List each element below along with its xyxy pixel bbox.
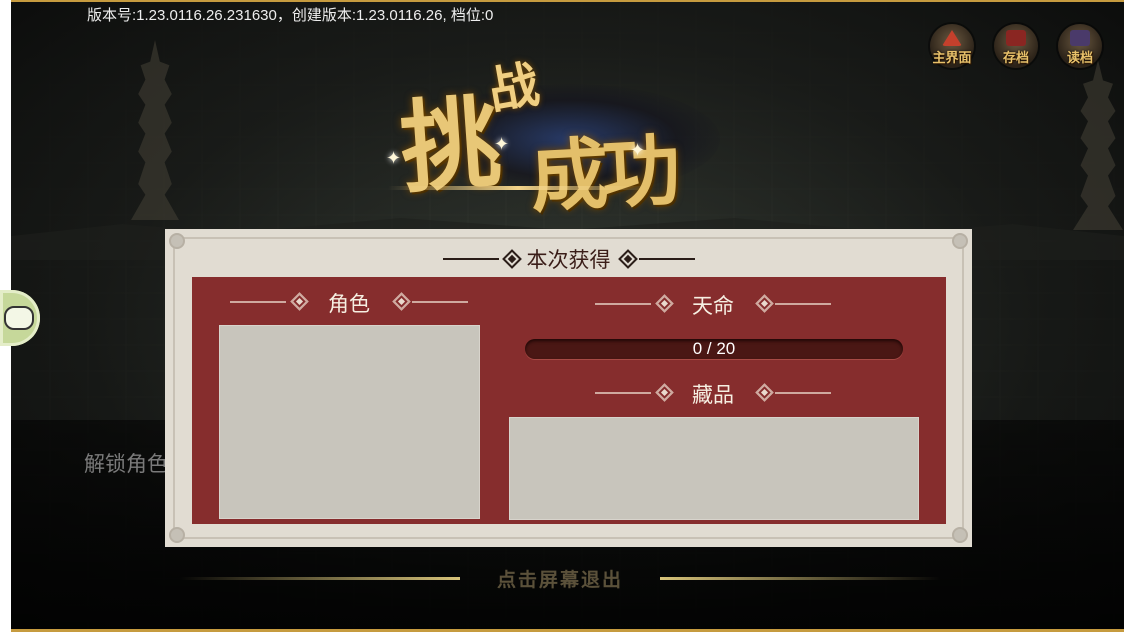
sparkle-icon: ✦ [494, 134, 510, 155]
load-label: 读档 [1066, 51, 1093, 66]
sparkle-icon: ✦ [386, 148, 402, 169]
panel-corner [169, 527, 185, 543]
divider-line [775, 303, 831, 305]
header-line-right [639, 258, 695, 260]
main-menu-button[interactable]: 主界面 [930, 24, 974, 68]
load-button[interactable]: 读档 [1058, 24, 1102, 68]
divider-line [775, 392, 831, 394]
save-icon [1006, 30, 1026, 46]
panel-title: 本次获得 [526, 248, 611, 272]
fate-section-header: 天命 [595, 290, 831, 320]
fate-progress-text: 0 / 20 [692, 339, 736, 358]
role-reward-slot [219, 325, 480, 519]
fate-progress-bar: 0 / 20 [525, 339, 903, 359]
gamepad-icon [4, 306, 34, 330]
collection-section-header: 藏品 [595, 379, 831, 409]
divider-line [412, 301, 468, 303]
exit-line-left [180, 577, 460, 580]
save-label: 存档 [1002, 51, 1029, 66]
exit-hint-text[interactable]: 点击屏幕退出 [480, 565, 640, 592]
unlock-role-text: 解锁角色 [84, 452, 168, 476]
role-section-header: 角色 [230, 288, 468, 318]
panel-header: 本次获得 [165, 244, 972, 272]
pagoda-silhouette-right [1073, 60, 1123, 230]
version-text: 版本号:1.23.0116.26.231630，创建版本:1.23.0116.2… [87, 7, 494, 24]
collection-section-title: 藏品 [692, 383, 734, 407]
pagoda-icon [942, 30, 962, 46]
collection-reward-slot [509, 417, 919, 520]
challenge-success-title: 挑 战 成功 ✦ ✦ ✦ [380, 54, 760, 224]
sparkle-icon: ✦ [630, 140, 646, 161]
panel-corner [952, 527, 968, 543]
fate-section-title: 天命 [692, 294, 734, 318]
main-menu-label: 主界面 [932, 51, 972, 66]
title-swoosh [388, 186, 648, 190]
pagoda-silhouette-left [131, 40, 179, 220]
role-section-title: 角色 [328, 292, 370, 316]
title-chars-3: 成功 [528, 125, 677, 224]
save-button[interactable]: 存档 [994, 24, 1038, 68]
exit-hint-bar[interactable]: 点击屏幕退出 [180, 565, 940, 592]
exit-line-right [660, 577, 940, 580]
load-icon [1070, 30, 1090, 46]
